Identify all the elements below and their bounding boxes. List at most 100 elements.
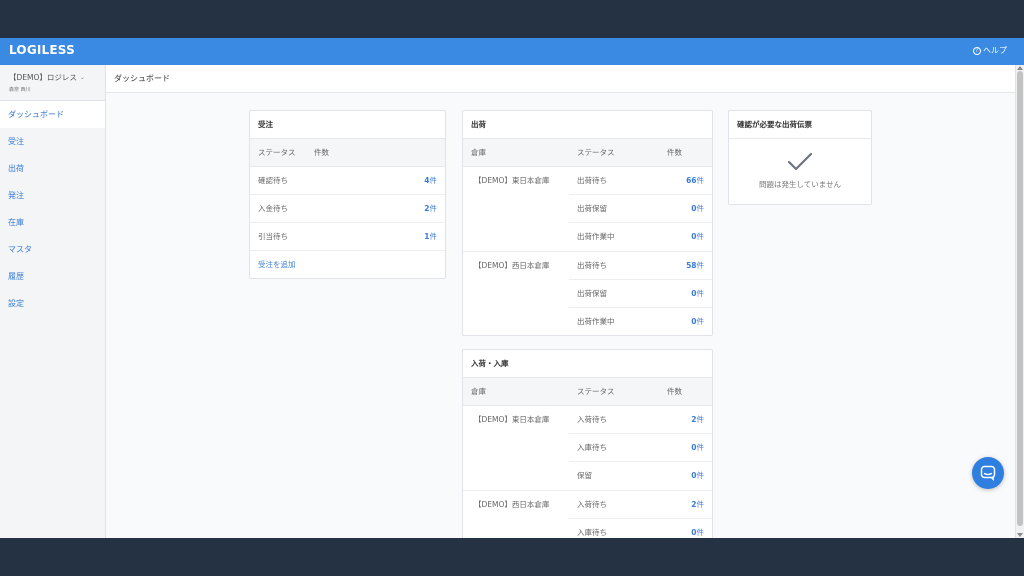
chat-icon [980, 465, 996, 481]
table-row: 入庫待ち 0件 [569, 519, 712, 538]
scroll-up-icon[interactable] [1017, 66, 1023, 70]
sidebar-item-shipping[interactable]: 出荷 [0, 155, 105, 182]
count-link[interactable]: 2件 [424, 195, 437, 223]
count-link[interactable]: 1件 [424, 223, 437, 251]
sidebar-item-inventory[interactable]: 在庫 [0, 209, 105, 236]
warehouse-group: 【DEMO】西日本倉庫 出荷待ち 58件 出荷保留 0件 出荷作業中 0件 [463, 252, 712, 335]
help-icon: ? [973, 46, 981, 55]
count-link[interactable]: 2件 [691, 491, 704, 519]
orders-header-count: 件数 [314, 148, 329, 157]
receiving-header-warehouse: 倉庫 [471, 387, 486, 396]
scroll-down-icon[interactable] [1017, 533, 1023, 537]
status-label: 出荷待ち [577, 261, 607, 270]
page-scrollbar[interactable] [1015, 65, 1024, 538]
count-unit: 件 [696, 176, 705, 185]
table-row: 引当待ち 1件 [250, 223, 445, 251]
count-link[interactable]: 58件 [686, 252, 704, 280]
table-row: 入荷待ち 2件 [569, 491, 712, 519]
table-row: 確認待ち 4件 [250, 167, 445, 195]
warehouse-status-rows: 入荷待ち 2件 入庫待ち 0件 保留 0件 [569, 406, 712, 490]
count-link[interactable]: 0件 [691, 280, 704, 308]
warehouse-status-rows: 入荷待ち 2件 入庫待ち 0件 [569, 491, 712, 538]
table-row: 出荷作業中 0件 [569, 308, 712, 335]
status-label: 入金待ち [258, 204, 288, 213]
account-name: 【DEMO】ロジレス [9, 73, 77, 82]
count-unit: 件 [696, 415, 705, 424]
scrollbar-thumb[interactable] [1017, 71, 1023, 526]
shipping-card: 出荷 倉庫 ステータス 件数 【DEMO】東日本倉庫 出荷待ち 66件 出荷保留… [462, 110, 713, 336]
count-unit: 件 [696, 317, 705, 326]
sidebar-item-master[interactable]: マスタ [0, 236, 105, 263]
table-row: 入荷待ち 2件 [569, 406, 712, 434]
status-label: 確認待ち [258, 176, 288, 185]
receiving-header-status: ステータス [577, 387, 615, 396]
receiving-card-title: 入荷・入庫 [463, 350, 712, 378]
alerts-card: 確認が必要な出荷伝票 問題は発生していません [728, 110, 872, 205]
count-unit: 件 [696, 528, 705, 537]
table-row: 受注を追加 [250, 251, 445, 278]
count-unit: 件 [696, 471, 705, 480]
status-label: 入庫待ち [577, 528, 607, 537]
count-unit: 件 [696, 232, 705, 241]
alerts-empty-state: 問題は発生していません [729, 151, 871, 204]
warehouse-group: 【DEMO】東日本倉庫 入荷待ち 2件 入庫待ち 0件 保留 0件 [463, 406, 712, 491]
orders-card-title: 受注 [250, 111, 445, 139]
count-link[interactable]: 0件 [691, 223, 704, 251]
page-title: ダッシュボード [106, 65, 1015, 93]
sidebar-item-settings[interactable]: 設定 [0, 290, 105, 317]
count-unit: 件 [696, 204, 705, 213]
count-link[interactable]: 0件 [691, 519, 704, 538]
sidebar-item-history[interactable]: 履歴 [0, 263, 105, 290]
table-row: 出荷保留 0件 [569, 280, 712, 308]
warehouse-name: 【DEMO】西日本倉庫 [474, 261, 550, 270]
account-name-row[interactable]: 【DEMO】ロジレス ⌄ [9, 72, 105, 83]
main-content: ダッシュボード 受注 ステータス 件数 確認待ち 4件 入金待ち 2件 引当待ち… [106, 65, 1015, 538]
status-label: 入荷待ち [577, 415, 607, 424]
count-link[interactable]: 66件 [686, 167, 704, 195]
count-unit: 件 [696, 289, 705, 298]
account-switcher[interactable]: 【DEMO】ロジレス ⌄ 森奈 西川 [0, 65, 105, 101]
help-link[interactable]: ? ヘルプ [973, 45, 1007, 56]
chat-button[interactable] [972, 457, 1004, 489]
count-link[interactable]: 0件 [691, 462, 704, 490]
shipping-table-header: 倉庫 ステータス 件数 [463, 139, 712, 167]
table-row: 入庫待ち 0件 [569, 434, 712, 462]
status-label: 出荷待ち [577, 176, 607, 185]
warehouse-status-rows: 出荷待ち 58件 出荷保留 0件 出荷作業中 0件 [569, 252, 712, 335]
count-unit: 件 [429, 204, 438, 213]
table-row: 出荷待ち 58件 [569, 252, 712, 280]
table-row: 入金待ち 2件 [250, 195, 445, 223]
count-value: 58 [686, 261, 697, 270]
account-user: 森奈 西川 [9, 87, 31, 93]
sidebar-item-purchase[interactable]: 発注 [0, 182, 105, 209]
top-navbar: LOGILESS ? ヘルプ [0, 38, 1024, 65]
warehouse-status-rows: 出荷待ち 66件 出荷保留 0件 出荷作業中 0件 [569, 167, 712, 251]
count-unit: 件 [696, 500, 705, 509]
count-link[interactable]: 0件 [691, 434, 704, 462]
sidebar-item-dashboard[interactable]: ダッシュボード [0, 101, 105, 128]
status-label: 入庫待ち [577, 443, 607, 452]
count-link[interactable]: 0件 [691, 308, 705, 335]
warehouse-name: 【DEMO】東日本倉庫 [474, 176, 550, 185]
add-order-link[interactable]: 受注を追加 [258, 251, 296, 278]
sidebar-item-orders[interactable]: 受注 [0, 128, 105, 155]
count-unit: 件 [429, 232, 438, 241]
alerts-message: 問題は発生していません [758, 180, 842, 189]
table-row: 出荷待ち 66件 [569, 167, 712, 195]
count-link[interactable]: 0件 [691, 195, 704, 223]
shipping-card-title: 出荷 [463, 111, 712, 139]
count-link[interactable]: 4件 [424, 167, 437, 195]
receiving-header-count: 件数 [667, 387, 682, 396]
count-unit: 件 [429, 176, 438, 185]
count-unit: 件 [696, 261, 705, 270]
receiving-table-header: 倉庫 ステータス 件数 [463, 378, 712, 406]
status-label: 出荷保留 [577, 289, 607, 298]
brand-logo[interactable]: LOGILESS [9, 43, 75, 57]
check-icon [787, 152, 813, 171]
status-label: 出荷作業中 [577, 317, 615, 326]
orders-card: 受注 ステータス 件数 確認待ち 4件 入金待ち 2件 引当待ち 1件 受注を追… [249, 110, 446, 279]
help-label: ヘルプ [983, 46, 1007, 55]
count-link[interactable]: 2件 [691, 406, 704, 434]
screen-frame-bottom [0, 538, 1024, 576]
shipping-header-warehouse: 倉庫 [471, 148, 486, 157]
